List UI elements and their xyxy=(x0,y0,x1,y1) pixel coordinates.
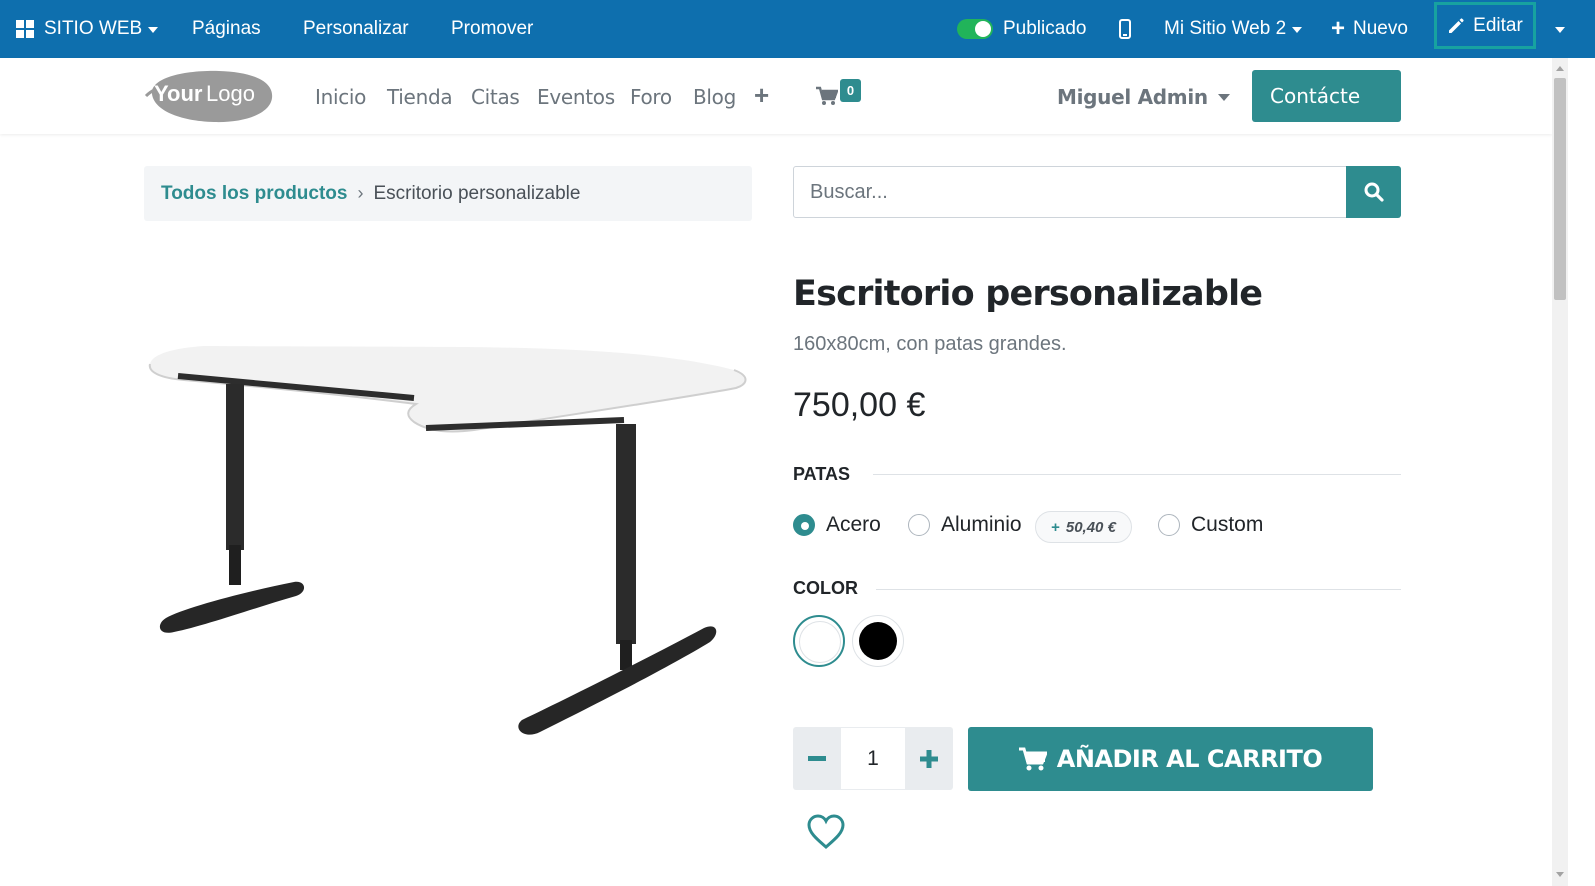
cart-icon[interactable] xyxy=(816,86,838,106)
page-scrollbar[interactable] xyxy=(1552,58,1568,886)
product-description: 160x80cm, con patas grandes. xyxy=(793,333,1067,355)
quantity-input[interactable] xyxy=(841,727,905,790)
pencil-icon xyxy=(1449,17,1464,33)
customize-menu[interactable]: Personalizar xyxy=(303,0,409,58)
color-swatch-white[interactable] xyxy=(793,615,845,667)
product-title: Escritorio personalizable xyxy=(793,274,1263,314)
svg-text:Logo: Logo xyxy=(206,81,255,106)
nav-link-eventos[interactable]: Eventos xyxy=(537,85,615,109)
pages-menu[interactable]: Páginas xyxy=(192,0,261,58)
more-options-toggle[interactable] xyxy=(1549,0,1565,58)
radio-option-custom[interactable]: Custom xyxy=(1158,513,1263,537)
nav-link-tienda[interactable]: Tienda xyxy=(387,85,453,109)
radio-unchecked-icon[interactable] xyxy=(1158,514,1180,536)
radio-checked-icon[interactable] xyxy=(793,514,815,536)
plus-icon xyxy=(920,749,938,768)
published-label: Publicado xyxy=(1003,18,1087,39)
website-menu-label: SITIO WEB xyxy=(44,18,143,39)
caret-down-icon xyxy=(148,27,159,33)
quantity-stepper xyxy=(793,727,953,790)
nav-link-blog[interactable]: Blog xyxy=(693,85,736,109)
mobile-icon xyxy=(1119,19,1131,39)
nav-link-foro[interactable]: Foro xyxy=(630,85,672,109)
caret-down-icon xyxy=(1217,93,1230,101)
published-toggle[interactable]: Publicado xyxy=(957,0,1086,58)
decrease-quantity-button[interactable] xyxy=(793,727,841,790)
promote-menu[interactable]: Promover xyxy=(451,0,533,58)
apps-grid-icon xyxy=(16,20,34,38)
radio-label: Acero xyxy=(826,513,881,536)
caret-down-icon xyxy=(1555,27,1565,33)
cart-icon xyxy=(1018,747,1047,771)
add-to-cart-button[interactable]: AÑADIR AL CARRITO xyxy=(968,727,1373,791)
chevron-right-icon: › xyxy=(357,183,364,203)
add-to-cart-label: AÑADIR AL CARRITO xyxy=(1056,745,1323,773)
edit-button[interactable]: Editar xyxy=(1434,2,1536,49)
nav-link-inicio[interactable]: Inicio xyxy=(315,85,366,109)
contact-button-label: Contácte xyxy=(1270,84,1361,108)
admin-bar: SITIO WEB Páginas Personalizar Promover … xyxy=(0,0,1595,58)
user-menu[interactable]: Miguel Admin xyxy=(1057,85,1230,109)
search-button[interactable] xyxy=(1346,166,1401,218)
radio-option-aluminio[interactable]: Aluminio xyxy=(908,513,1022,537)
search-icon xyxy=(1364,182,1384,202)
nav-link-citas[interactable]: Citas xyxy=(471,85,520,109)
search-input[interactable] xyxy=(793,166,1347,218)
site-selector[interactable]: Mi Sitio Web 2 xyxy=(1164,0,1303,58)
price-extra-value: 50,40 € xyxy=(1065,518,1116,536)
radio-label: Custom xyxy=(1191,513,1264,536)
website-navbar: Your Logo Inicio Tienda Citas Eventos Fo… xyxy=(0,58,1552,134)
site-selector-label: Mi Sitio Web 2 xyxy=(1164,18,1287,39)
breadcrumb: Todos los productos › Escritorio persona… xyxy=(144,166,752,221)
divider xyxy=(876,589,1401,590)
contact-button[interactable]: Contácte xyxy=(1252,70,1401,122)
color-swatch-black[interactable] xyxy=(852,615,904,667)
attribute-color-label: COLOR xyxy=(793,578,858,598)
wishlist-heart-icon[interactable] xyxy=(806,814,846,850)
scroll-up-arrow-icon[interactable] xyxy=(1556,66,1564,71)
plus-sign: + xyxy=(1051,518,1060,536)
breadcrumb-all-products[interactable]: Todos los productos xyxy=(161,183,347,205)
logo[interactable]: Your Logo xyxy=(144,68,274,124)
product-image[interactable] xyxy=(144,330,752,750)
increase-quantity-button[interactable] xyxy=(905,727,953,790)
website-menu[interactable]: SITIO WEB xyxy=(16,0,159,58)
toggle-switch-icon xyxy=(957,19,993,39)
scroll-down-arrow-icon[interactable] xyxy=(1556,872,1564,877)
add-menu-item-icon[interactable]: + xyxy=(754,80,769,111)
plus-icon: + xyxy=(1331,15,1346,42)
price-extra-badge: + 50,40 € xyxy=(1035,511,1132,543)
new-button[interactable]: + Nuevo xyxy=(1331,0,1408,58)
radio-unchecked-icon[interactable] xyxy=(908,514,930,536)
edit-label: Editar xyxy=(1473,14,1523,36)
scrollbar-thumb[interactable] xyxy=(1554,78,1566,300)
minus-icon xyxy=(808,755,826,761)
product-price: 750,00 € xyxy=(793,386,926,424)
radio-option-acero[interactable]: Acero xyxy=(793,513,881,537)
user-name: Miguel Admin xyxy=(1057,85,1208,109)
radio-label: Aluminio xyxy=(941,513,1022,536)
cart-count-badge[interactable]: 0 xyxy=(840,79,861,102)
divider xyxy=(873,474,1401,475)
mobile-preview-button[interactable] xyxy=(1119,0,1131,58)
logo-text: Your xyxy=(154,81,203,106)
breadcrumb-current: Escritorio personalizable xyxy=(373,182,581,204)
new-label: Nuevo xyxy=(1353,18,1408,39)
caret-down-icon xyxy=(1292,27,1303,33)
attribute-legs-label: PATAS xyxy=(793,464,850,484)
